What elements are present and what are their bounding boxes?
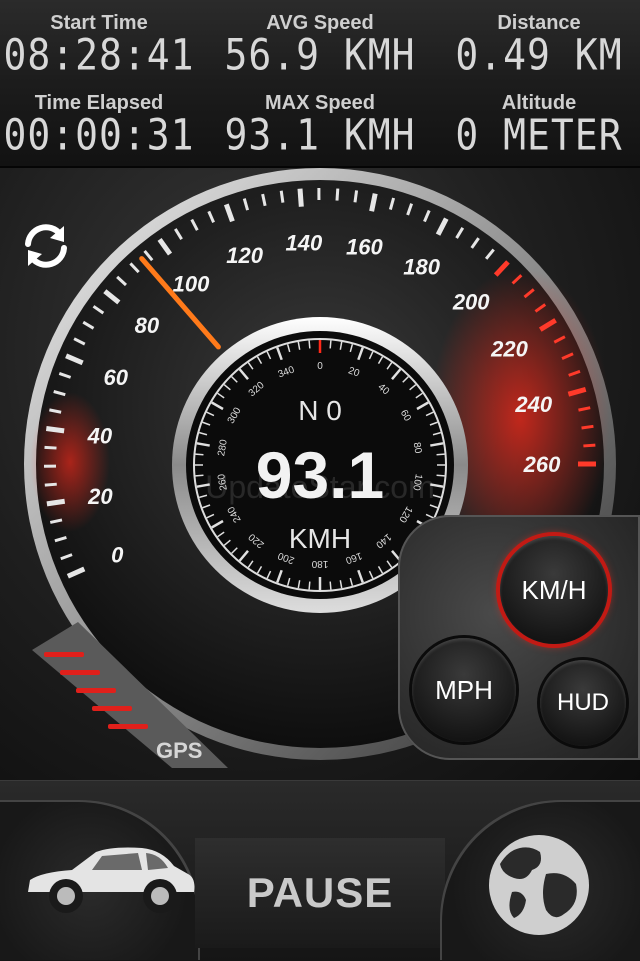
dial-tick [582, 426, 594, 428]
globe-icon [484, 830, 594, 940]
kmh-label: KM/H [522, 575, 587, 606]
dial-label: 100 [173, 271, 210, 296]
pause-button[interactable]: PAUSE [195, 838, 445, 948]
watermark: UpdateStar.com [205, 469, 434, 505]
dial-tick [583, 445, 595, 446]
mph-button[interactable]: MPH [412, 638, 516, 742]
compass-tick [437, 475, 445, 476]
dial-tick [337, 189, 338, 201]
dial-tick [46, 429, 64, 431]
dial-tick [300, 189, 301, 207]
mph-label: MPH [435, 675, 493, 706]
dial-tick [355, 190, 357, 202]
dial-label: 40 [87, 423, 113, 448]
gps-indicator: GPS [22, 618, 252, 778]
gps-bar [44, 652, 84, 657]
max-speed-value: 93.1 KMH [215, 111, 425, 158]
dial-tick [281, 191, 283, 203]
compass-tick [195, 454, 203, 455]
gps-bar [108, 724, 148, 729]
dial-label: 140 [286, 231, 323, 256]
start-time-value: 08:28:41 [0, 31, 204, 78]
dial-tick [47, 501, 65, 504]
dial-label: 80 [135, 313, 160, 338]
compass-label: 180 [311, 558, 328, 569]
gps-bar [92, 706, 132, 711]
dial-label: 20 [87, 484, 113, 509]
compass-tick [330, 582, 331, 590]
dial-tick [45, 484, 57, 485]
altitude-value: 0 METER [434, 111, 640, 158]
compass-heading: N 0 [298, 395, 342, 426]
avg-speed-stat: AVG Speed 56.9 KMH [215, 12, 425, 76]
time-elapsed-stat: Time Elapsed 00:00:31 [0, 92, 204, 156]
altitude-stat: Altitude 0 METER [434, 92, 640, 156]
needle-glow [30, 392, 110, 532]
distance-stat: Distance 0.49 KM [434, 12, 640, 76]
dial-label: 180 [403, 255, 440, 280]
dial-label: 220 [490, 336, 528, 361]
stats-header: Start Time 08:28:41 AVG Speed 56.9 KMH D… [0, 0, 640, 168]
dial-label: 240 [514, 392, 552, 417]
max-speed-stat: MAX Speed 93.1 KMH [215, 92, 425, 156]
compass-tick [309, 340, 310, 348]
compass-tick [437, 454, 445, 455]
compass-label: 0 [317, 361, 323, 372]
hud-label: HUD [557, 689, 609, 717]
dial-label: 260 [523, 452, 561, 477]
compass-tick [309, 582, 310, 590]
distance-value: 0.49 KM [434, 31, 640, 78]
car-icon [22, 840, 202, 930]
dial-label: 60 [104, 365, 129, 390]
gps-label: GPS [156, 738, 202, 763]
kmh-button[interactable]: KM/H [500, 536, 608, 644]
dial-label: 120 [226, 243, 263, 268]
start-time-stat: Start Time 08:28:41 [0, 12, 204, 76]
dial-label: 200 [452, 289, 490, 314]
hud-button[interactable]: HUD [540, 660, 626, 746]
dial-tick [372, 194, 376, 212]
time-elapsed-value: 00:00:31 [0, 111, 204, 158]
compass-unit: KMH [289, 523, 351, 554]
compass-tick [195, 475, 203, 476]
gps-bar [76, 688, 116, 693]
dial-label: 160 [346, 234, 383, 259]
dial-label: 0 [111, 542, 124, 567]
compass-tick [330, 340, 331, 348]
dial-tick [45, 447, 57, 448]
gps-bar [60, 670, 100, 675]
avg-speed-value: 56.9 KMH [215, 31, 425, 78]
